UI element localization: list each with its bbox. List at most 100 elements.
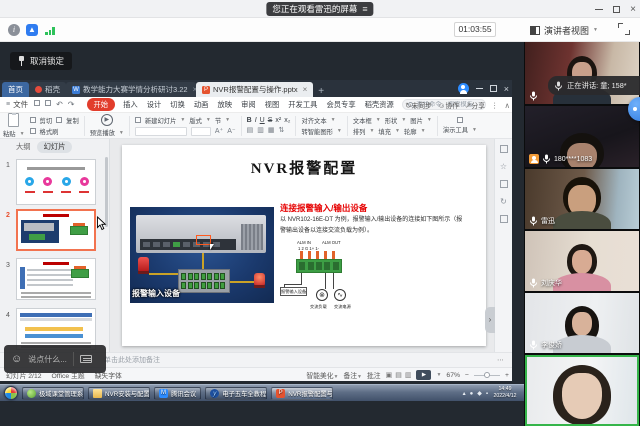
fill-button[interactable]: 填充 bbox=[378, 127, 391, 136]
redo-icon[interactable]: ↷ bbox=[68, 100, 75, 109]
emoji-icon[interactable]: ☺ bbox=[11, 353, 22, 365]
new-slide-button[interactable]: 新建幻灯片 bbox=[145, 116, 176, 125]
tab-document[interactable]: W教学能力大赛学情分析研讨3.22× bbox=[66, 82, 196, 97]
tab-home[interactable]: 首页 bbox=[2, 82, 29, 97]
bold-button[interactable]: B bbox=[247, 117, 252, 124]
menu-tab-devtools[interactable]: 开发工具 bbox=[287, 100, 318, 110]
font-name-box[interactable] bbox=[135, 127, 187, 136]
format-painter-button[interactable]: 格式刷 bbox=[40, 127, 59, 136]
cut-icon[interactable] bbox=[30, 117, 36, 123]
selection-pane-icon[interactable] bbox=[500, 215, 508, 223]
properties-icon[interactable] bbox=[500, 145, 508, 153]
notes-placeholder[interactable]: 单击此处添加备注 bbox=[104, 353, 160, 368]
smart-beautify-button[interactable]: 智能美化▼ bbox=[306, 370, 338, 380]
banner-menu-icon[interactable]: ≡ bbox=[362, 2, 367, 16]
file-menu[interactable]: ≡文件 bbox=[0, 99, 34, 110]
participant-video-speaking[interactable] bbox=[525, 355, 639, 426]
wps-close-button[interactable]: × bbox=[504, 84, 509, 94]
watching-banner[interactable]: 您正在观看雷迅的屏幕 ≡ bbox=[266, 2, 373, 16]
superscript-button[interactable]: x² bbox=[275, 117, 281, 124]
preview-play-button[interactable]: ▶预览播放▼ bbox=[90, 114, 124, 137]
textbox-button[interactable]: 文本框 bbox=[353, 116, 372, 125]
more-options-icon[interactable]: ⋮ bbox=[491, 101, 499, 110]
notes-button[interactable]: 备注▼ bbox=[343, 370, 362, 380]
taskbar-item-folder[interactable]: NVR安装与配置 bbox=[88, 387, 150, 400]
participant-video[interactable]: 180****1083 bbox=[525, 106, 639, 167]
tab-active-pptx[interactable]: PNVR报警配置与操作.pptx× bbox=[196, 82, 313, 97]
play-options-icon[interactable]: ▼ bbox=[436, 372, 441, 378]
participant-video[interactable]: 刘庆华 bbox=[525, 231, 639, 291]
taskbar-clock[interactable]: 14:49 2022/4/12 bbox=[490, 386, 520, 401]
slide-thumbnail-2-selected[interactable] bbox=[16, 209, 96, 251]
menu-tab-view[interactable]: 视图 bbox=[264, 100, 281, 110]
close-tab-icon[interactable]: × bbox=[303, 85, 308, 94]
copy-icon[interactable] bbox=[56, 117, 62, 123]
indent-icon[interactable]: ▦ bbox=[268, 126, 275, 134]
fullscreen-icon[interactable] bbox=[618, 23, 630, 35]
normal-view-icon[interactable]: ▣ bbox=[386, 371, 393, 379]
strikethrough-button[interactable]: S bbox=[268, 117, 273, 124]
underline-button[interactable]: U bbox=[260, 117, 265, 124]
maximize-button[interactable] bbox=[613, 6, 620, 13]
zoom-in-button[interactable]: + bbox=[505, 372, 509, 379]
smartart-button[interactable]: 转智能图形 bbox=[301, 127, 332, 136]
taskbar-item-wpp-active[interactable]: PNVR报警配置与... bbox=[271, 387, 333, 400]
unlock-button[interactable]: 取消锁定 bbox=[10, 52, 72, 70]
sync-status[interactable]: ↻未同步 bbox=[405, 100, 432, 110]
menu-tab-review[interactable]: 审阅 bbox=[240, 100, 257, 110]
meeting-info-icon[interactable]: i bbox=[8, 24, 20, 36]
subscript-button[interactable]: x₂ bbox=[284, 117, 290, 124]
collaborate-button[interactable]: ☺协作 bbox=[438, 100, 459, 110]
history-icon[interactable]: ↻ bbox=[500, 197, 507, 206]
menu-tab-transition[interactable]: 切换 bbox=[169, 100, 186, 110]
system-tray[interactable]: ▴ ● ◆ ▪ bbox=[463, 385, 488, 402]
slideshow-play-button[interactable]: ▶ bbox=[416, 370, 431, 380]
zoom-level[interactable]: 67% bbox=[446, 372, 460, 379]
menu-tab-member[interactable]: 会员专享 bbox=[325, 100, 356, 110]
wps-restore-button[interactable] bbox=[490, 85, 497, 92]
zoom-slider[interactable] bbox=[474, 375, 500, 376]
zoom-slider-handle[interactable] bbox=[484, 372, 490, 378]
menu-tab-insert[interactable]: 插入 bbox=[122, 100, 139, 110]
view-mode-selector[interactable]: 演讲者视图 ▼ bbox=[530, 22, 598, 38]
undo-icon[interactable]: ↶ bbox=[56, 100, 63, 109]
share-button[interactable]: ↗分享 bbox=[465, 100, 485, 110]
tray-icon[interactable]: ▪ bbox=[486, 391, 488, 397]
tray-icon[interactable]: ● bbox=[470, 391, 474, 397]
arrange-button[interactable]: 排列 bbox=[353, 127, 366, 136]
panel-tab-outline[interactable]: 大纲 bbox=[16, 142, 31, 152]
format-painter-icon[interactable] bbox=[30, 128, 36, 134]
cut-button[interactable]: 剪切 bbox=[40, 116, 53, 125]
taskbar-item-classroom[interactable]: 极域课堂管理系... bbox=[22, 387, 84, 400]
collapse-ribbon-icon[interactable]: ∧ bbox=[505, 101, 511, 110]
menu-tab-docer[interactable]: 稻壳资源 bbox=[364, 100, 395, 110]
shape-button[interactable]: 形状 bbox=[385, 116, 398, 125]
chat-input-placeholder[interactable]: 说点什么... bbox=[28, 354, 67, 365]
account-avatar[interactable] bbox=[458, 83, 469, 94]
tray-expand-icon[interactable]: ▴ bbox=[463, 390, 466, 397]
participant-video[interactable]: 李俊娇 bbox=[525, 293, 639, 353]
network-shield-icon[interactable]: ▲ bbox=[26, 24, 38, 36]
wps-minimize-button[interactable] bbox=[476, 88, 483, 89]
grow-font-icon[interactable]: A⁺ bbox=[215, 127, 223, 135]
menu-tab-slideshow[interactable]: 放映 bbox=[216, 100, 233, 110]
outline-button[interactable]: 轮廓 bbox=[404, 127, 417, 136]
print-icon[interactable] bbox=[45, 100, 51, 106]
copy-button[interactable]: 复制 bbox=[66, 116, 79, 125]
minimize-button[interactable] bbox=[595, 9, 603, 10]
close-button[interactable]: × bbox=[630, 4, 636, 15]
menu-tab-animation[interactable]: 动画 bbox=[193, 100, 210, 110]
zoom-out-button[interactable]: − bbox=[465, 372, 469, 379]
shrink-font-icon[interactable]: A⁻ bbox=[227, 127, 235, 135]
new-tab-button[interactable]: + bbox=[318, 86, 324, 97]
align-text-button[interactable]: 对齐文本 bbox=[301, 116, 326, 125]
comments-button[interactable]: 批注 bbox=[367, 370, 381, 380]
reading-view-icon[interactable]: ▥ bbox=[405, 371, 412, 379]
chat-overlay[interactable]: ☺ 说点什么... bbox=[4, 345, 106, 373]
layout-button[interactable]: 版式 bbox=[189, 116, 202, 125]
number-list-icon[interactable]: ▥ bbox=[257, 126, 264, 134]
start-button[interactable] bbox=[4, 386, 18, 400]
new-slide-icon[interactable] bbox=[135, 117, 141, 123]
tray-icon[interactable]: ◆ bbox=[477, 390, 482, 397]
keyboard-icon[interactable] bbox=[80, 355, 92, 363]
